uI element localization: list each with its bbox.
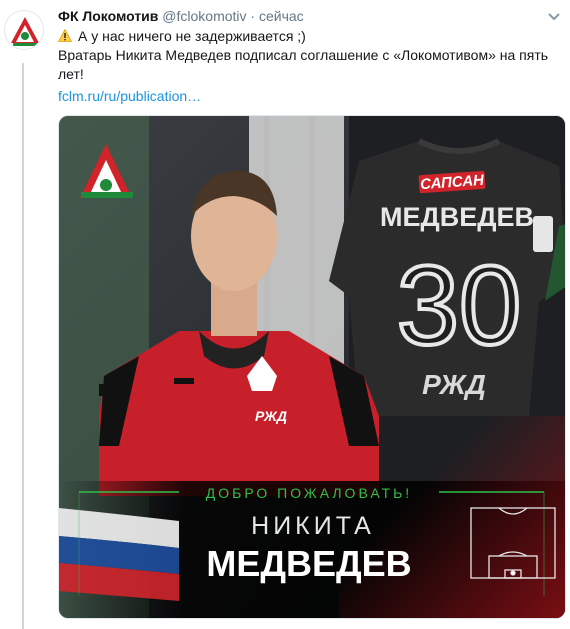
chest-sponsor: РЖД [255, 408, 287, 424]
shirt-name: МЕДВЕДЕВ [380, 202, 534, 232]
russian-flag [59, 508, 179, 601]
separator-dot: · [250, 8, 256, 24]
author-name[interactable]: ФК Локомотив [58, 8, 158, 24]
player-first-name: НИКИТА [251, 512, 375, 540]
player-last-name: МЕДВЕДЕВ [206, 543, 411, 584]
chevron-down-icon[interactable] [546, 8, 562, 24]
thread-line [22, 63, 24, 629]
shirt-number: 30 [397, 243, 522, 368]
shirt-sponsor: РЖД [422, 369, 486, 400]
publication-link[interactable]: fclm.ru/ru/publication… [58, 88, 201, 104]
warning-icon [57, 28, 73, 42]
goalkeeper-shirt: САПСАН МЕДВЕДЕВ 30 РЖД [329, 138, 565, 416]
avatar[interactable] [4, 10, 44, 50]
author-handle[interactable]: @fclokomotiv [162, 8, 246, 24]
tweet-text: А у нас ничего не задерживается ;) Врата… [57, 27, 558, 106]
tweet-line-1-text: А у нас ничего не задерживается ;) [78, 28, 306, 44]
timestamp[interactable]: сейчас [259, 8, 304, 24]
tweet-line-2: Вратарь Никита Медведев подписал соглаше… [58, 47, 549, 82]
welcome-text: ДОБРО ПОЖАЛОВАТЬ! [206, 485, 412, 501]
tweet-header: ФК Локомотив @fclokomotiv · сейчас [58, 7, 304, 25]
tweet-line-1: А у нас ничего не задерживается ;) [57, 27, 558, 46]
lokomotiv-logo-icon [11, 17, 39, 46]
tweet-image[interactable]: САПСАН МЕДВЕДЕВ 30 РЖД РЖД ДОБРО ПОЖАЛОВ… [58, 115, 566, 619]
